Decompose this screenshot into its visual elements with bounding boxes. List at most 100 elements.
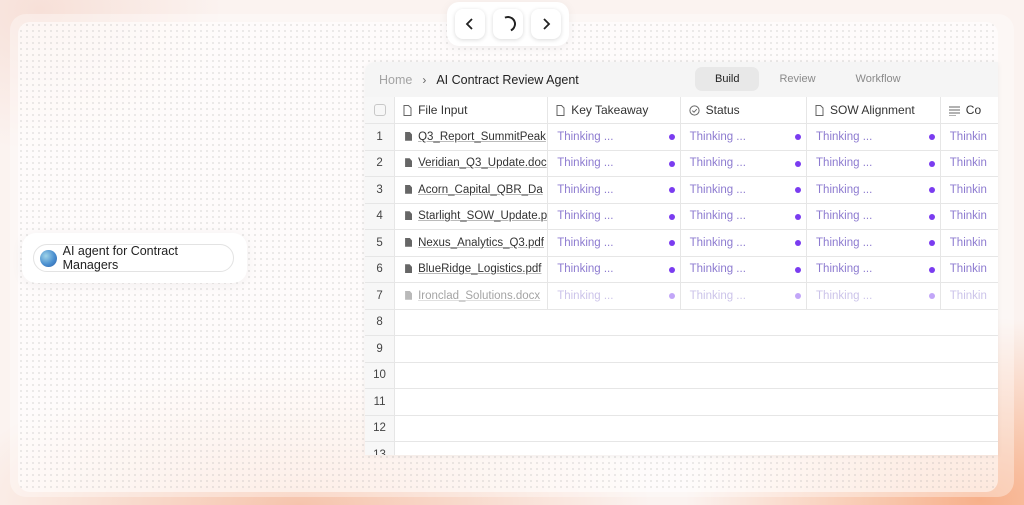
thinking-cell[interactable]: Thinking ... xyxy=(806,203,941,230)
table-row[interactable]: 2 Veridian_Q3_Update.doc Thinking ... Think… xyxy=(365,150,998,177)
thinking-text: Thinking ... xyxy=(557,236,614,249)
breadcrumb-home[interactable]: Home xyxy=(379,73,412,87)
table-row[interactable]: 1 Q3_Report_SummitPeak Thinking ... Thinkin… xyxy=(365,123,998,151)
thinking-cell[interactable]: Thinking ... xyxy=(806,123,941,151)
table-row[interactable]: 6 BlueRidge_Logistics.pdf Thinking ... Thin… xyxy=(365,256,998,283)
status-dot-icon xyxy=(795,266,802,273)
file-name[interactable]: BlueRidge_Logistics.pdf xyxy=(418,263,541,275)
thinking-text: Thinking ... xyxy=(816,183,873,196)
thinking-text: Thinking ... xyxy=(816,236,873,249)
select-all-checkbox[interactable] xyxy=(373,103,386,116)
thinking-text: Thinking ... xyxy=(689,210,746,223)
column-header-sow-alignment[interactable]: SOW Alignment xyxy=(806,97,941,124)
thinking-text: Thinkin xyxy=(949,289,987,302)
column-header-co[interactable]: Co xyxy=(940,97,998,124)
empty-row: 13 xyxy=(365,441,998,455)
thinking-cell[interactable]: Thinking ... xyxy=(806,150,941,177)
thinking-cell[interactable]: Thinkin xyxy=(940,229,998,257)
empty-cell xyxy=(394,441,998,455)
row-number: 10 xyxy=(365,362,396,389)
thinking-cell[interactable]: Thinking ... xyxy=(680,176,808,204)
thinking-cell[interactable]: Thinkin xyxy=(940,150,998,177)
file-cell[interactable]: Ironclad_Solutions.docx xyxy=(394,282,549,310)
thinking-cell[interactable]: Thinking ... xyxy=(806,256,941,283)
file-name[interactable]: Acorn_Capital_QBR_Da xyxy=(418,184,543,196)
prev-button[interactable] xyxy=(455,9,485,39)
thinking-text: Thinking ... xyxy=(689,263,746,276)
thinking-cell[interactable]: Thinking ... xyxy=(806,282,941,310)
chevron-right-icon xyxy=(543,18,551,30)
column-header-file-input[interactable]: File Input xyxy=(394,97,549,124)
thinking-cell[interactable]: Thinking ... xyxy=(806,229,941,257)
table-row[interactable]: 4 Starlight_SOW_Update.p Thinking ... Think… xyxy=(365,203,998,230)
thinking-cell[interactable]: Thinking ... xyxy=(680,282,808,310)
document-icon xyxy=(556,105,565,117)
thinking-cell[interactable]: Thinking ... xyxy=(680,256,808,283)
empty-cell xyxy=(394,388,998,416)
thinking-cell[interactable]: Thinking ... xyxy=(680,203,808,230)
thinking-cell[interactable]: Thinking ... xyxy=(547,256,681,283)
thinking-cell[interactable]: Thinking ... xyxy=(547,203,681,230)
status-dot-icon xyxy=(668,293,675,299)
row-number: 7 xyxy=(365,282,396,310)
check-circle-icon xyxy=(689,105,700,116)
file-name[interactable]: Veridian_Q3_Update.doc xyxy=(418,157,547,169)
status-dot-icon xyxy=(795,187,802,193)
thinking-cell[interactable]: Thinking ... xyxy=(547,176,681,204)
column-header-status[interactable]: Status xyxy=(680,97,808,124)
row-number: 11 xyxy=(365,388,396,416)
document-icon xyxy=(815,105,824,117)
page-title: AI Contract Review Agent xyxy=(436,72,579,87)
globe-icon xyxy=(40,249,57,267)
chevron-left-icon xyxy=(465,18,473,30)
tab-workflow[interactable]: Workflow xyxy=(836,67,921,91)
thinking-cell[interactable]: Thinking ... xyxy=(806,176,941,204)
file-cell[interactable]: BlueRidge_Logistics.pdf xyxy=(394,256,549,283)
status-dot-icon xyxy=(795,160,802,167)
thinking-cell[interactable]: Thinkin xyxy=(940,256,998,283)
panel-header: Home › AI Contract Review Agent Build Re… xyxy=(365,62,998,97)
row-number: 12 xyxy=(365,415,396,442)
column-label: SOW Alignment xyxy=(830,103,915,117)
file-cell[interactable]: Nexus_Analytics_Q3.pdf xyxy=(394,229,549,257)
agent-pill[interactable]: AI agent for Contract Managers xyxy=(33,244,234,272)
thinking-cell[interactable]: Thinkin xyxy=(940,176,998,204)
spinner-icon xyxy=(497,13,519,35)
file-cell[interactable]: Starlight_SOW_Update.p xyxy=(394,203,549,230)
file-name[interactable]: Starlight_SOW_Update.p xyxy=(418,210,547,222)
file-cell[interactable]: Q3_Report_SummitPeak xyxy=(394,123,549,151)
thinking-cell[interactable]: Thinking ... xyxy=(680,150,808,177)
status-dot-icon xyxy=(668,160,675,167)
thinking-cell[interactable]: Thinking ... xyxy=(680,123,808,151)
thinking-cell[interactable]: Thinkin xyxy=(940,203,998,230)
file-name[interactable]: Q3_Report_SummitPeak xyxy=(418,131,546,143)
thinking-cell[interactable]: Thinking ... xyxy=(680,229,808,257)
file-name[interactable]: Nexus_Analytics_Q3.pdf xyxy=(418,237,544,249)
tab-build[interactable]: Build xyxy=(695,67,760,91)
thinking-cell[interactable]: Thinkin xyxy=(940,123,998,151)
status-dot-icon xyxy=(668,213,675,220)
thinking-text: Thinking ... xyxy=(557,210,614,223)
thinking-cell[interactable]: Thinking ... xyxy=(547,150,681,177)
next-button[interactable] xyxy=(531,9,561,39)
thinking-cell[interactable]: Thinkin xyxy=(940,282,998,310)
thinking-text: Thinking ... xyxy=(816,263,873,276)
status-dot-icon xyxy=(668,240,675,246)
loading-button[interactable] xyxy=(493,9,523,39)
thinking-cell[interactable]: Thinking ... xyxy=(547,229,681,257)
thinking-text: Thinking ... xyxy=(557,289,614,302)
table-row[interactable]: 3 Acorn_Capital_QBR_Da Thinking ... Thinkin… xyxy=(365,176,998,204)
file-cell[interactable]: Veridian_Q3_Update.doc xyxy=(394,150,549,177)
file-cell[interactable]: Acorn_Capital_QBR_Da xyxy=(394,176,549,204)
table-row[interactable]: 7 Ironclad_Solutions.docx Thinking ... Thin… xyxy=(365,282,998,310)
thinking-cell[interactable]: Thinking ... xyxy=(547,123,681,151)
tab-review[interactable]: Review xyxy=(759,67,835,91)
status-dot-icon xyxy=(928,134,935,140)
table-row[interactable]: 5 Nexus_Analytics_Q3.pdf Thinking ... Think… xyxy=(365,229,998,257)
column-header-key-takeaway[interactable]: Key Takeaway xyxy=(547,97,681,124)
thinking-cell[interactable]: Thinking ... xyxy=(547,282,681,310)
file-name[interactable]: Ironclad_Solutions.docx xyxy=(418,290,540,302)
header-row: File Input Key Takeaway Status SOW Align… xyxy=(365,97,998,124)
thinking-text: Thinking ... xyxy=(557,183,614,196)
thinking-text: Thinkin xyxy=(949,210,987,223)
